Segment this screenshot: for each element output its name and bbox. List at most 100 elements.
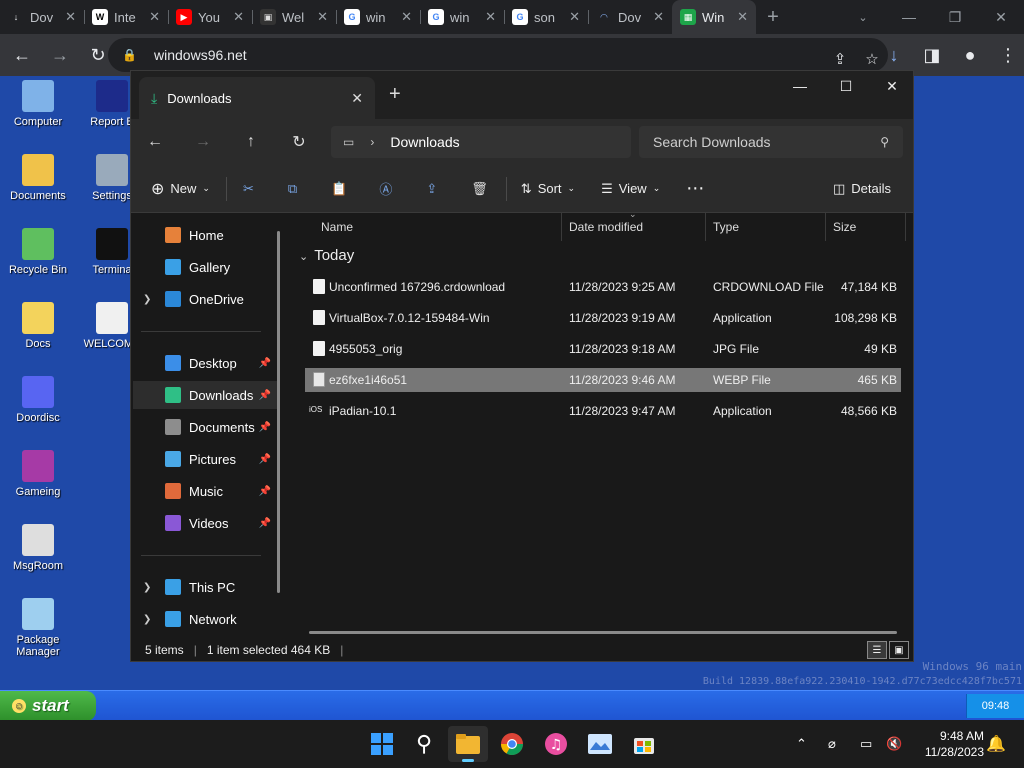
desktop-icon[interactable]: Documents	[2, 154, 74, 202]
chevron-right-icon[interactable]: ❯	[143, 582, 151, 593]
file-explorer-taskbar-icon[interactable]	[448, 726, 488, 762]
profile-icon[interactable]: ●	[954, 39, 986, 71]
desktop-icon[interactable]: Computer	[2, 80, 74, 128]
close-tab-icon[interactable]: ✕	[737, 9, 748, 25]
desktop-icon[interactable]: MsgRoom	[2, 524, 74, 572]
new-button[interactable]: ⊕ New ⌄	[151, 179, 210, 199]
refresh-icon[interactable]: ↻	[275, 132, 323, 152]
view-button[interactable]: ☰ View ⌄	[601, 181, 660, 197]
forward-icon[interactable]: →	[44, 39, 76, 71]
explorer-new-tab-button[interactable]: +	[389, 83, 401, 106]
chevron-right-icon[interactable]: ❯	[143, 294, 151, 305]
share-icon[interactable]: ⇪	[824, 50, 856, 68]
horizontal-scrollbar[interactable]	[309, 631, 897, 634]
system-clock[interactable]: 9:48 AM 11/28/2023	[925, 728, 984, 760]
nav-item[interactable]: Documents 📌	[133, 413, 277, 441]
music-app-icon[interactable]: ♫	[542, 730, 570, 758]
browser-tab[interactable]: W Inte ✕	[84, 0, 168, 34]
nav-item[interactable]: ❯ This PC	[133, 573, 277, 601]
windows-start-icon[interactable]	[368, 730, 396, 758]
minimize-icon[interactable]: —	[777, 71, 823, 101]
chevron-right-icon[interactable]: ›	[370, 135, 374, 149]
close-tab-icon[interactable]: ✕	[233, 9, 244, 25]
paste-icon[interactable]: 📋	[331, 181, 347, 197]
file-row[interactable]: VirtualBox-7.0.12-159484-Win 11/28/2023 9…	[305, 306, 901, 330]
side-panel-icon[interactable]: ◨	[916, 39, 948, 71]
up-icon[interactable]: ↑	[227, 133, 275, 151]
pin-icon[interactable]: 📌	[259, 454, 271, 465]
nav-item[interactable]: Music 📌	[133, 477, 277, 505]
downloads-icon[interactable]: ↓	[878, 39, 910, 71]
restore-icon[interactable]: ❐	[932, 0, 978, 34]
column-type[interactable]: Type	[713, 220, 739, 234]
close-icon[interactable]: ✕	[869, 71, 913, 101]
nav-item[interactable]: Downloads 📌	[133, 381, 277, 409]
photos-app-icon[interactable]	[586, 730, 614, 758]
column-divider[interactable]	[561, 213, 562, 241]
column-divider[interactable]	[905, 213, 906, 241]
close-tab-icon[interactable]: ✕	[317, 9, 328, 25]
browser-tab[interactable]: ▦ Win ✕	[672, 0, 756, 34]
network-off-icon[interactable]: ⌀	[828, 720, 836, 768]
back-icon[interactable]: ←	[131, 133, 179, 151]
address-bar[interactable]: 🔒 windows96.net ⇪ ☆	[108, 38, 888, 72]
chrome-icon[interactable]	[498, 730, 526, 758]
browser-tab[interactable]: Gson ✕	[504, 0, 588, 34]
browser-tab[interactable]: Gwin ✕	[420, 0, 504, 34]
forward-icon[interactable]: →	[179, 133, 227, 151]
desktop-icon[interactable]: Doordisc	[2, 376, 74, 424]
close-tab-icon[interactable]: ✕	[569, 9, 580, 25]
pin-icon[interactable]: 📌	[259, 358, 271, 369]
browser-tab[interactable]: ◠ Dov ✕	[588, 0, 672, 34]
pin-icon[interactable]: 📌	[259, 390, 271, 401]
share-icon[interactable]: ⇪	[426, 181, 437, 197]
column-date[interactable]: Date modified	[569, 220, 643, 234]
address-segment[interactable]: Downloads	[390, 134, 459, 150]
delete-icon[interactable]: 🗑	[471, 181, 488, 197]
pin-icon[interactable]: 📌	[259, 486, 271, 497]
minimize-icon[interactable]: —	[886, 0, 932, 34]
browser-tab[interactable]: ↓ Dov ✕	[0, 0, 84, 34]
pin-icon[interactable]: 📌	[259, 518, 271, 529]
address-box[interactable]: ▭ › Downloads	[331, 126, 631, 158]
details-view-icon[interactable]: ☰	[867, 641, 887, 659]
chevron-right-icon[interactable]: ❯	[143, 614, 151, 625]
group-header[interactable]: ⌄ Today	[299, 247, 354, 264]
rename-icon[interactable]: Ⓐ	[379, 179, 392, 198]
nav-scrollbar[interactable]	[277, 231, 280, 593]
store-icon[interactable]	[630, 730, 658, 758]
nav-item[interactable]: ❯ Network	[133, 605, 277, 633]
maximize-icon[interactable]: ☐	[823, 71, 869, 101]
tab-search-icon[interactable]: ⌄	[852, 6, 874, 28]
tiles-view-icon[interactable]: ▣	[889, 641, 909, 659]
desktop-icon[interactable]: Gameing	[2, 450, 74, 498]
start-button[interactable]: ☺ start	[0, 691, 96, 721]
desktop-icon[interactable]: Package Manager	[2, 598, 74, 658]
back-icon[interactable]: ←	[6, 39, 38, 71]
lock-icon[interactable]: 🔒	[122, 48, 140, 62]
tray-chevron-icon[interactable]: ⌃	[796, 720, 807, 768]
nav-item[interactable]: ❯ OneDrive	[133, 285, 277, 313]
column-divider[interactable]	[825, 213, 826, 241]
nav-item[interactable]: Desktop 📌	[133, 349, 277, 377]
column-name[interactable]: Name	[321, 220, 353, 234]
close-icon[interactable]: ✕	[978, 0, 1024, 34]
file-row[interactable]: iOS iPadian-10.1 11/28/2023 9:47 AM Applica…	[305, 399, 901, 423]
file-row[interactable]: Unconfirmed 167296.crdownload 11/28/2023 …	[305, 275, 901, 299]
close-tab-icon[interactable]: ✕	[351, 90, 363, 107]
nav-item[interactable]: Gallery	[133, 253, 277, 281]
file-row[interactable]: ez6fxe1i46o51 11/28/2023 9:46 AM WEBP File…	[305, 368, 901, 392]
pin-icon[interactable]: 📌	[259, 422, 271, 433]
close-tab-icon[interactable]: ✕	[149, 9, 160, 25]
file-row[interactable]: 4955053_orig 11/28/2023 9:18 AM JPG File 49…	[305, 337, 901, 361]
volume-muted-icon[interactable]: 🔇	[886, 720, 902, 768]
display-icon[interactable]: ▭	[860, 720, 872, 768]
browser-tab[interactable]: ▶ You ✕	[168, 0, 252, 34]
nav-item[interactable]: Home	[133, 221, 277, 249]
sort-button[interactable]: ⇅ Sort ⌄	[521, 181, 575, 197]
close-tab-icon[interactable]: ✕	[653, 9, 664, 25]
details-button[interactable]: ◫ Details	[833, 181, 891, 197]
browser-tab[interactable]: Gwin ✕	[336, 0, 420, 34]
close-tab-icon[interactable]: ✕	[485, 9, 496, 25]
win96-tray-clock[interactable]: 09:48	[966, 694, 1024, 718]
